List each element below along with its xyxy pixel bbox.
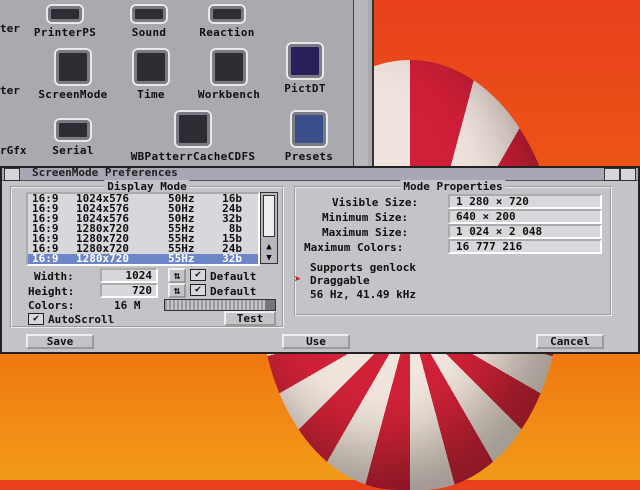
serial-icon — [54, 118, 92, 142]
screenmode-icon[interactable]: ScreenMode — [36, 48, 110, 101]
height-default-label: Default — [210, 285, 257, 298]
reaction-icon[interactable]: Reaction — [190, 0, 264, 39]
visible-size-label: Visible Size: — [332, 196, 419, 209]
pattern-icon — [174, 110, 212, 148]
list-item[interactable]: 16:9 1366x768 25Hz 15b — [32, 263, 242, 264]
presets-prefs-icon[interactable]: Presets — [272, 110, 346, 163]
monitor-icon — [54, 48, 92, 86]
height-cycle-button[interactable]: ⇅ — [168, 283, 186, 298]
serial-prefs-icon[interactable]: Serial — [36, 110, 110, 157]
sound-icon[interactable]: Sound — [112, 0, 186, 39]
width-cycle-button[interactable]: ⇅ — [168, 268, 186, 283]
depth-gadget[interactable] — [604, 168, 620, 181]
autoscroll-label: AutoScroll — [48, 313, 115, 326]
list-cell: 15b — [222, 263, 242, 264]
list-item[interactable]: 16:9 1024x576 50Hz 32b — [28, 213, 258, 224]
width-default-checkbox[interactable]: ✔ — [190, 269, 206, 281]
printerps-icon[interactable]: PrinterPS — [28, 0, 102, 39]
workbench-window: ter ter rGfx PrinterPS Sound Reaction Sc… — [0, 0, 374, 170]
workbench-scrollbar[interactable] — [353, 0, 368, 170]
width-label: Width: — [34, 270, 74, 283]
height-field[interactable]: 720 — [100, 283, 158, 298]
height-label: Height: — [28, 285, 75, 298]
list-cell: 16:9 — [32, 263, 59, 264]
zoom-gadget[interactable] — [620, 168, 636, 181]
dice-icon — [208, 4, 246, 24]
height-default-checkbox[interactable]: ✔ — [190, 284, 206, 296]
cancel-button[interactable]: Cancel — [536, 334, 604, 349]
maximum-colors-value: 16 777 216 — [448, 239, 602, 254]
draggable-text: Draggable — [310, 274, 370, 287]
clock-icon — [132, 48, 170, 86]
genlock-text: Supports genlock — [310, 261, 416, 274]
arrow-up-icon[interactable]: ▲ — [261, 242, 277, 252]
mode-properties-title: Mode Properties — [400, 180, 506, 193]
arrow-down-icon[interactable]: ▼ — [261, 253, 277, 263]
use-button[interactable]: Use — [282, 334, 350, 349]
minimum-size-label: Minimum Size: — [322, 211, 409, 224]
icon-label-fragment: ter — [0, 84, 20, 97]
colors-value: 16 M — [114, 299, 141, 312]
minimum-size-value: 640 × 200 — [448, 209, 602, 224]
window-title: ScreenMode Preferences — [32, 166, 178, 179]
width-default-label: Default — [210, 270, 257, 283]
test-button[interactable]: Test — [224, 311, 276, 326]
workbench-icon — [210, 48, 248, 86]
close-gadget[interactable] — [4, 168, 20, 181]
picture-icon — [286, 42, 324, 80]
pictdt-icon[interactable]: PictDT — [268, 42, 342, 95]
maximum-size-label: Maximum Size: — [322, 226, 409, 239]
speaker-icon — [130, 4, 168, 24]
icon-label-fragment: ter — [0, 22, 20, 35]
maximum-size-value: 1 024 × 2 048 — [448, 224, 602, 239]
display-mode-list[interactable]: 16:9 1024x576 50Hz 16b 16:9 1024x576 50Hz 24b 16… — [26, 192, 260, 266]
wbpattern-icon[interactable]: WBPatterrCacheCDFS — [128, 110, 258, 163]
time-icon[interactable]: Time — [114, 48, 188, 101]
maximum-colors-label: Maximum Colors: — [304, 241, 404, 254]
autoscroll-checkbox[interactable]: ✔ — [28, 313, 44, 325]
icon-label-fragment: rGfx — [0, 144, 27, 157]
list-cell: 25Hz — [168, 263, 195, 264]
list-cell: 1366x768 — [76, 263, 129, 264]
colors-slider[interactable] — [164, 299, 276, 311]
list-scrollbar[interactable]: ▲ ▼ — [260, 192, 278, 264]
presets-icon — [290, 110, 328, 148]
screenmode-preferences-window: ScreenMode Preferences Display Mode 16:9… — [0, 166, 640, 354]
visible-size-value: 1 280 × 720 — [448, 194, 602, 209]
printer-icon — [46, 4, 84, 24]
slider-knob[interactable] — [265, 300, 275, 310]
scroll-knob[interactable] — [263, 195, 275, 237]
frequency-text: 56 Hz, 41.49 kHz — [310, 288, 416, 301]
colors-label: Colors: — [28, 299, 75, 312]
workbench-prefs-icon[interactable]: Workbench — [192, 48, 266, 101]
mouse-pointer-icon: ➤ — [294, 272, 302, 286]
width-field[interactable]: 1024 — [100, 268, 158, 283]
window-titlebar[interactable]: ScreenMode Preferences — [2, 166, 638, 181]
save-button[interactable]: Save — [26, 334, 94, 349]
